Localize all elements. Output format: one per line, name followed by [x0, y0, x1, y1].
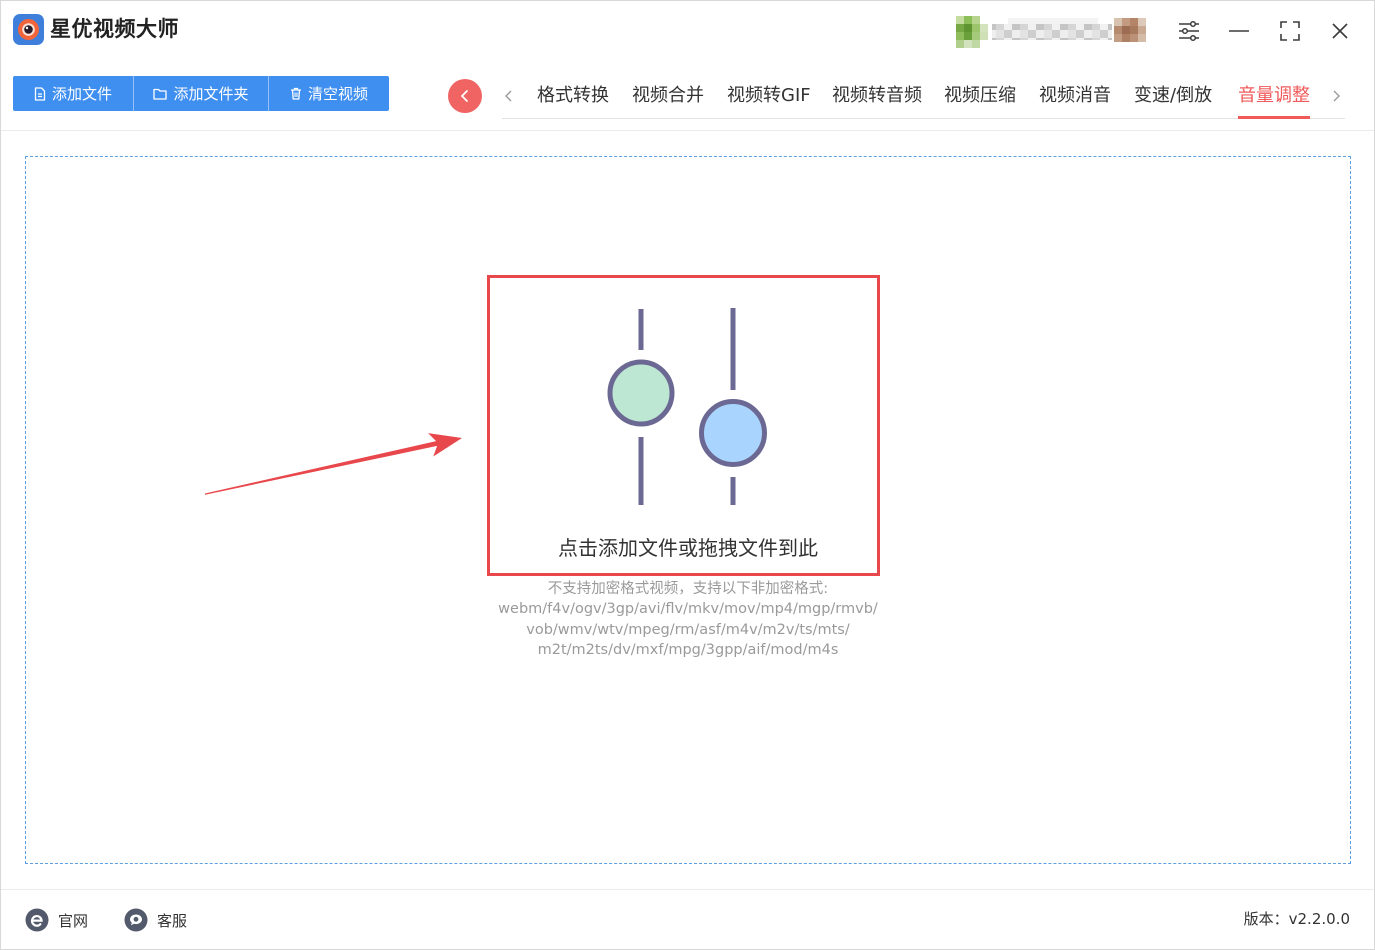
tab-video-to-gif[interactable]: 视频转GIF: [727, 80, 811, 119]
app-title: 星优视频大师: [50, 17, 179, 41]
app-logo-icon: [13, 14, 44, 45]
minimize-button[interactable]: [1224, 16, 1254, 46]
tabs-scroll-right-button[interactable]: [1328, 86, 1344, 106]
add-folder-button[interactable]: 添加文件夹: [133, 76, 268, 111]
trash-icon: [290, 87, 302, 100]
version-label: 版本：v2.2.0.0: [1243, 910, 1350, 928]
tab-speed-reverse[interactable]: 变速/倒放: [1134, 80, 1212, 119]
tab-video-to-audio[interactable]: 视频转音频: [832, 80, 922, 119]
clear-videos-button[interactable]: 清空视频: [268, 76, 389, 111]
file-toolbar: 添加文件 添加文件夹 清空视频: [13, 76, 389, 111]
tabs-scroll-left-button[interactable]: [501, 86, 517, 106]
maximize-icon: [1280, 21, 1300, 41]
sliders-icon: [1179, 20, 1199, 42]
file-icon: [34, 86, 46, 101]
add-file-label: 添加文件: [51, 85, 112, 103]
chevron-right-icon: [1333, 90, 1340, 102]
chevron-left-icon: [461, 90, 468, 102]
header-divider: [0, 130, 1375, 131]
chevron-left-icon: [505, 90, 512, 102]
customer-service-link[interactable]: 客服: [124, 908, 187, 932]
official-website-link[interactable]: 官网: [25, 908, 88, 932]
tab-video-merge[interactable]: 视频合并: [632, 80, 704, 119]
maximize-button[interactable]: [1275, 16, 1305, 46]
user-account-avatar[interactable]: [948, 14, 1150, 50]
footer-divider: [0, 889, 1375, 890]
chat-bubble-icon: [124, 908, 148, 932]
formats-line: vob/wmv/wtv/mpeg/rm/asf/m4v/m2v/ts/mts/: [526, 621, 850, 638]
folder-icon: [153, 88, 168, 100]
close-button[interactable]: [1325, 16, 1355, 46]
add-file-button[interactable]: 添加文件: [13, 76, 133, 111]
tabs-baseline: [502, 118, 1345, 119]
tab-video-mute[interactable]: 视频消音: [1039, 80, 1111, 119]
tab-format-convert[interactable]: 格式转换: [537, 80, 609, 119]
formats-line: m2t/m2ts/dv/mxf/mpg/3gpp/aif/mod/m4s: [537, 642, 839, 659]
annotation-arrow: [200, 428, 468, 500]
volume-sliders-icon: [600, 300, 780, 512]
app-window: 星优视频大师 添加文件 添加文件夹 清空视频 格式转换 视频合并 视频转GIF …: [0, 0, 1375, 950]
close-icon: [1332, 23, 1348, 39]
settings-button[interactable]: [1174, 16, 1204, 46]
formats-line: webm/f4v/ogv/3gp/avi/flv/mkv/mov/mp4/mgp…: [498, 601, 878, 618]
tab-video-compress[interactable]: 视频压缩: [944, 80, 1016, 119]
ie-browser-icon: [25, 908, 49, 932]
official-website-label: 官网: [58, 911, 89, 930]
clear-videos-label: 清空视频: [307, 85, 368, 103]
minimize-icon: [1229, 30, 1249, 32]
drop-zone[interactable]: 点击添加文件或拖拽文件到此 不支持加密格式视频，支持以下非加密格式: webm/…: [25, 156, 1351, 864]
tab-volume-adjust[interactable]: 音量调整: [1238, 80, 1310, 119]
drop-zone-prompt: 点击添加文件或拖拽文件到此: [558, 536, 818, 560]
add-folder-label: 添加文件夹: [173, 85, 249, 103]
customer-service-label: 客服: [157, 911, 188, 930]
supported-formats-notice: 不支持加密格式视频，支持以下非加密格式: webm/f4v/ogv/3gp/av…: [26, 579, 1350, 661]
back-button[interactable]: [448, 79, 482, 113]
encryption-notice: 不支持加密格式视频，支持以下非加密格式:: [547, 581, 829, 597]
